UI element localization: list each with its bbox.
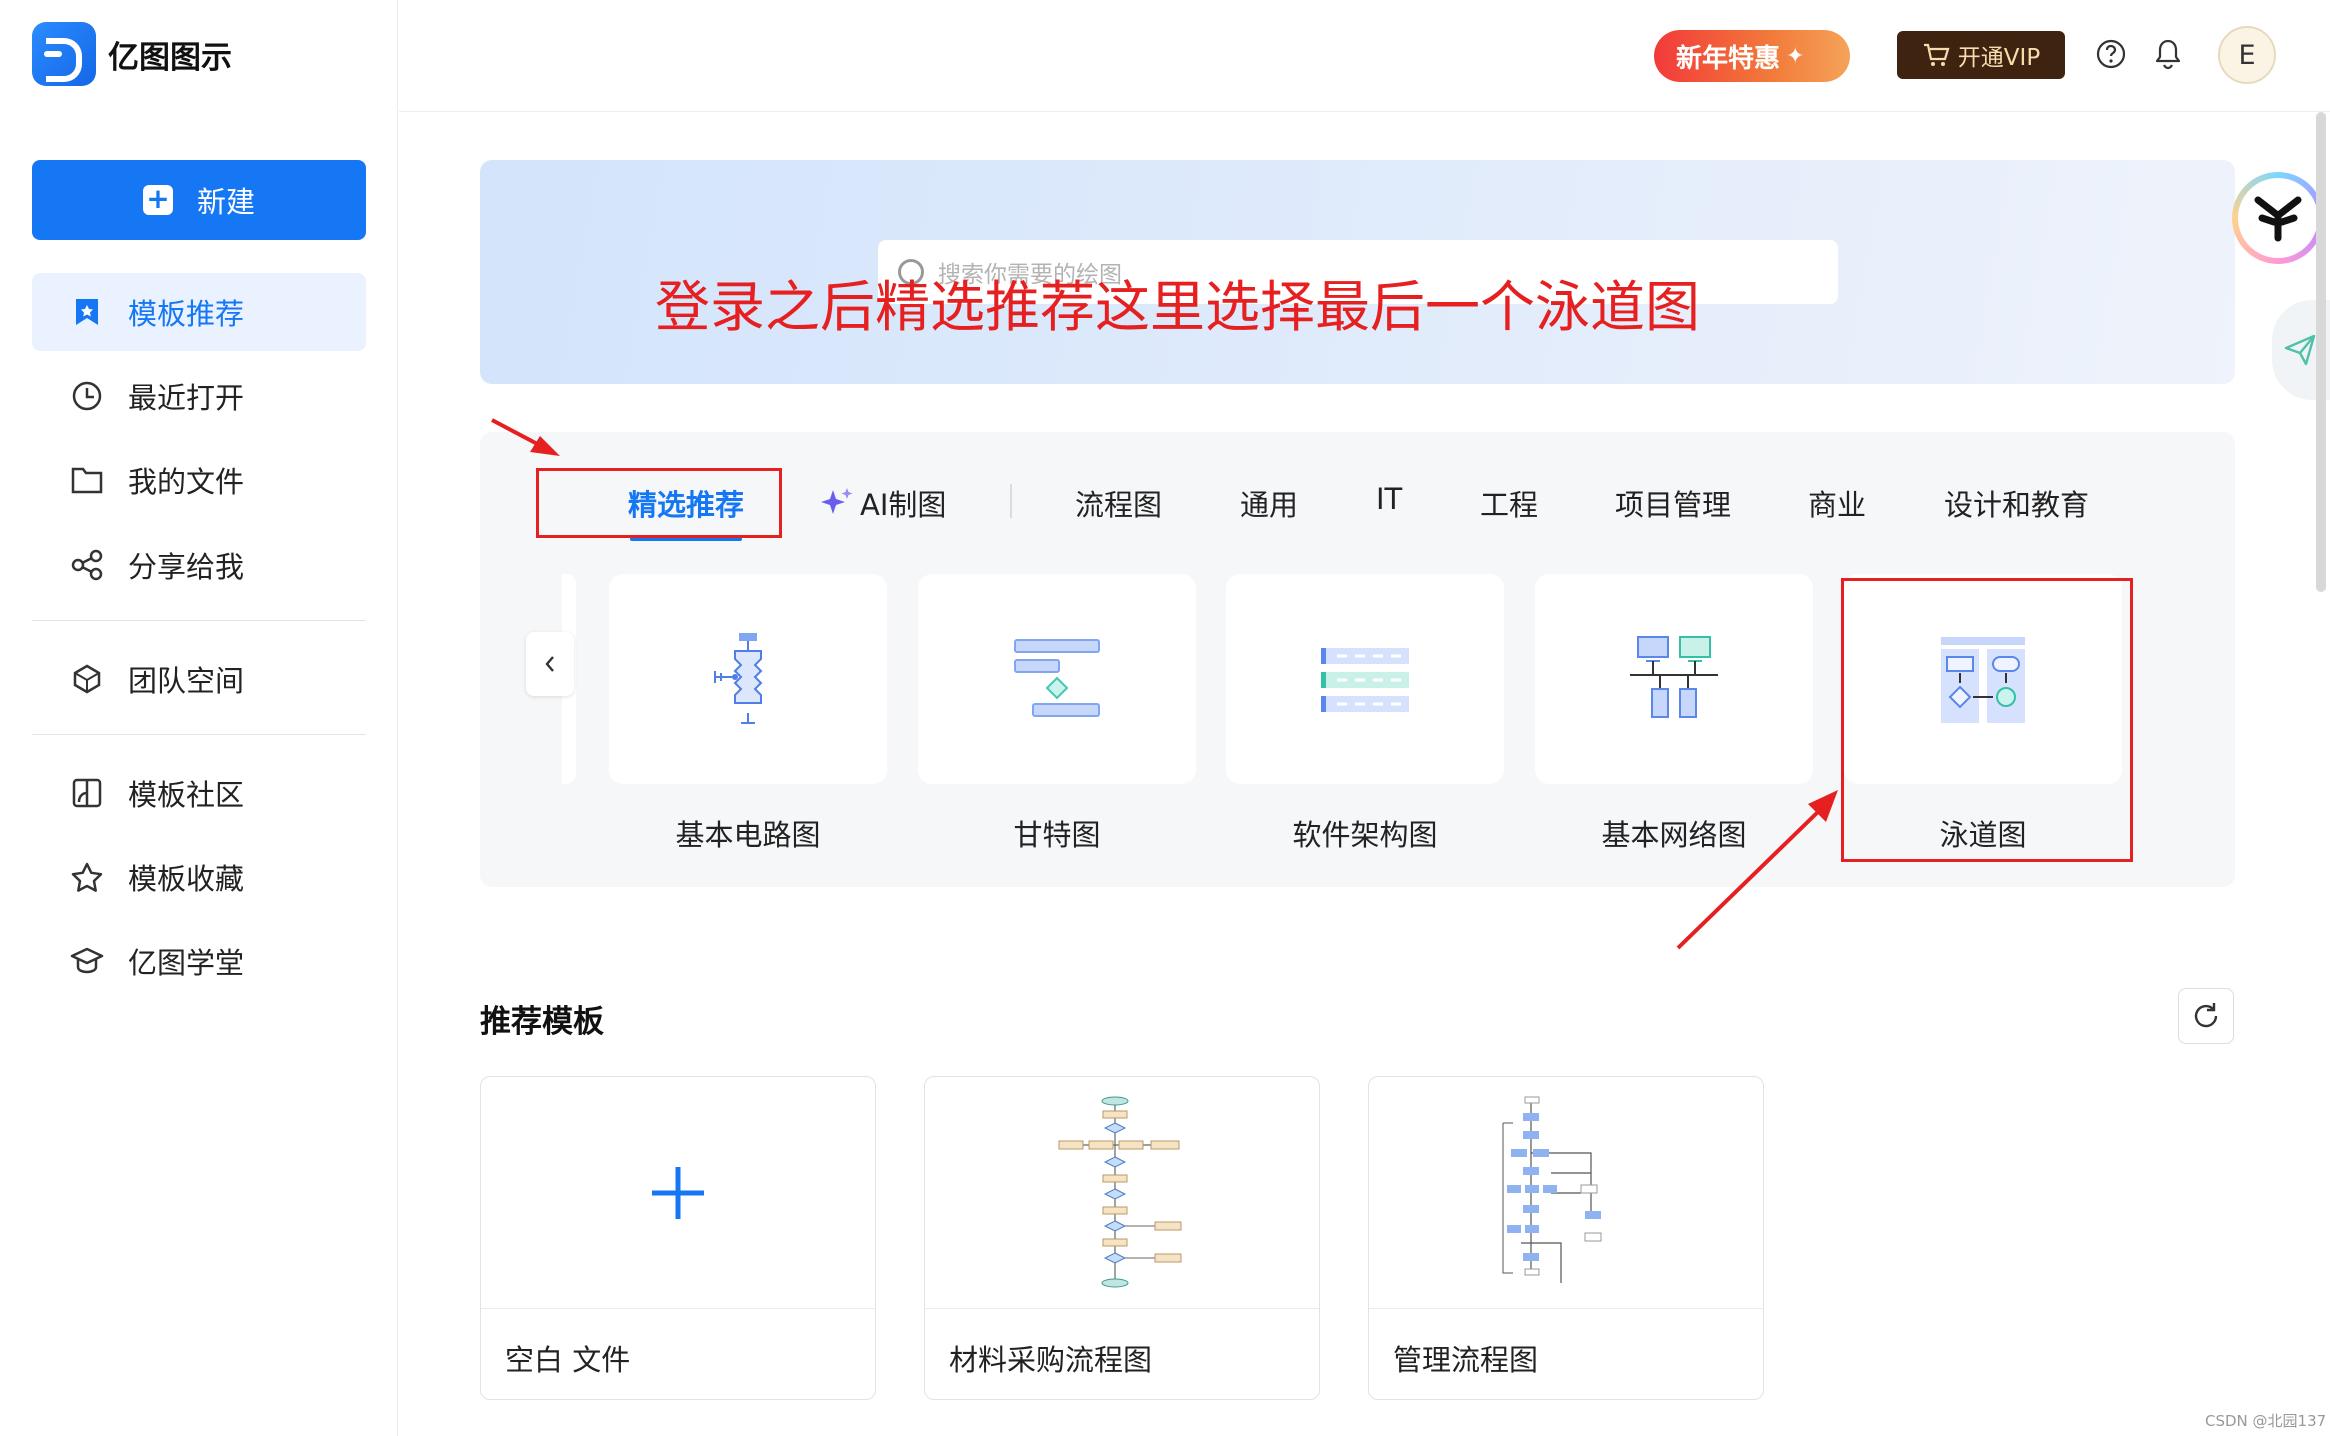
category-card-network[interactable] [1535, 574, 1813, 784]
gantt-chart-icon [1014, 639, 1100, 717]
template-thumbnail [481, 1077, 875, 1309]
help-icon[interactable] [2093, 36, 2129, 72]
promo-label: 新年特惠 [1676, 43, 1781, 74]
graduation-cap-icon [70, 944, 104, 978]
sidebar-item-label: 亿图学堂 [128, 946, 245, 980]
scrollbar[interactable] [2316, 112, 2326, 592]
edraw-logo-icon [32, 22, 96, 86]
cube-icon [70, 662, 104, 696]
paper-plane-icon [2284, 334, 2316, 366]
section-title: 推荐模板 [480, 1004, 604, 1040]
tab-project-management[interactable]: 项目管理 [1615, 482, 1731, 524]
vip-button[interactable]: 开通VIP [1897, 31, 2065, 79]
software-architecture-icon [1321, 648, 1409, 712]
sidebar-item-label: 最近打开 [128, 381, 245, 415]
category-label: 软件架构图 [1292, 818, 1438, 852]
annotation-box-swimlane [1841, 578, 2133, 862]
tab-flowchart[interactable]: 流程图 [1075, 482, 1162, 524]
category-card-software-architecture[interactable] [1226, 574, 1504, 784]
new-year-promo-button[interactable]: 新年特惠 ✦ [1654, 30, 1850, 82]
avatar-letter: E [2238, 39, 2256, 71]
sidebar-item-label: 模板收藏 [128, 862, 245, 896]
category-label: 基本网络图 [1601, 818, 1747, 852]
template-label: 管理流程图 [1393, 1343, 1539, 1377]
watermark: CSDN @北园137 [2205, 1412, 2327, 1430]
refresh-icon [2194, 1003, 2218, 1028]
template-thumbnail [1369, 1077, 1763, 1309]
sidebar-divider [32, 734, 366, 735]
sidebar-item-recent[interactable]: 最近打开 [32, 357, 366, 435]
sidebar-item-my-files[interactable]: 我的文件 [32, 441, 366, 519]
share-icon [70, 548, 104, 582]
vip-label: 开通VIP [1957, 45, 2041, 71]
annotation-text: 登录之后精选推荐这里选择最后一个泳道图 [655, 275, 1701, 339]
new-button[interactable]: + 新建 [32, 160, 366, 240]
template-card-blank[interactable]: 空白 文件 [480, 1076, 876, 1400]
sidebar-item-templates[interactable]: 模板推荐 [32, 273, 366, 351]
bookmark-star-icon [70, 295, 104, 329]
template-card-management-flow[interactable]: 管理流程图 [1368, 1076, 1764, 1400]
sidebar: 亿图图示 + 新建 模板推荐 最近打开 我的文件 分享给我 团队空间 模板社区 … [0, 0, 398, 1436]
tab-it[interactable]: IT [1376, 482, 1402, 516]
sidebar-item-shared[interactable]: 分享给我 [32, 526, 366, 604]
sidebar-item-team-space[interactable]: 团队空间 [32, 640, 366, 718]
folder-icon [70, 463, 104, 497]
tab-engineering[interactable]: 工程 [1480, 482, 1538, 524]
template-card-material-procurement[interactable]: 材料采购流程图 [924, 1076, 1320, 1400]
ai-assistant-logo-icon [2238, 178, 2318, 258]
annotation-box-featured-tab [536, 468, 782, 538]
tab-ai-drawing[interactable]: AI制图 [820, 482, 946, 524]
sidebar-item-academy[interactable]: 亿图学堂 [32, 922, 366, 1000]
app-logo[interactable]: 亿图图示 [32, 22, 232, 86]
bell-icon[interactable] [2150, 36, 2186, 72]
sidebar-item-label: 团队空间 [128, 664, 245, 698]
gift-icon: ✦ [1786, 43, 1805, 69]
plus-icon: + [142, 185, 173, 215]
category-label: 甘特图 [1013, 818, 1101, 852]
chevron-left-icon [545, 656, 554, 672]
tab-label: AI制图 [860, 488, 947, 522]
sidebar-item-community[interactable]: 模板社区 [32, 754, 366, 832]
clock-icon [70, 379, 104, 413]
category-card-gantt[interactable] [918, 574, 1196, 784]
app-name: 亿图图示 [108, 39, 232, 76]
tab-separator [1010, 484, 1012, 518]
sparkle-icon [821, 488, 853, 514]
tab-design-education[interactable]: 设计和教育 [1944, 482, 2089, 524]
tab-general[interactable]: 通用 [1240, 482, 1298, 524]
template-thumbnail [925, 1077, 1319, 1309]
sidebar-item-label: 模板社区 [128, 778, 245, 812]
sidebar-item-label: 模板推荐 [128, 297, 245, 331]
refresh-button[interactable] [2178, 988, 2234, 1044]
template-label: 材料采购流程图 [949, 1343, 1153, 1377]
community-icon [70, 776, 104, 810]
new-button-label: 新建 [196, 185, 255, 219]
carousel-prev-button[interactable] [526, 632, 574, 696]
sidebar-item-label: 分享给我 [128, 550, 245, 584]
flowchart-thumbnail-icon [1058, 1096, 1182, 1287]
management-flowchart-thumbnail-icon [1502, 1096, 1602, 1283]
category-card-circuit[interactable] [609, 574, 887, 784]
ai-assistant-button[interactable] [2232, 172, 2324, 264]
tab-business[interactable]: 商业 [1808, 482, 1866, 524]
sidebar-item-favorites[interactable]: 模板收藏 [32, 838, 366, 916]
network-diagram-icon [1630, 636, 1718, 718]
user-avatar[interactable]: E [2218, 26, 2276, 84]
sidebar-divider [32, 620, 366, 621]
star-icon [70, 860, 104, 894]
category-label: 基本电路图 [675, 818, 821, 852]
plus-icon [652, 1166, 704, 1219]
circuit-diagram-icon [714, 633, 763, 724]
sidebar-item-label: 我的文件 [128, 465, 245, 499]
template-label: 空白 文件 [505, 1343, 631, 1377]
cart-icon [1923, 43, 1950, 66]
